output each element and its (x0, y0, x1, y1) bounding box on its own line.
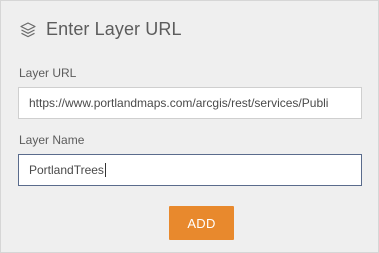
enter-layer-url-panel: Enter Layer URL Layer URL https://www.po… (0, 0, 379, 253)
panel-title: Enter Layer URL (46, 19, 182, 39)
layer-url-label: Layer URL (19, 66, 77, 80)
layer-url-input[interactable]: https://www.portlandmaps.com/arcgis/rest… (18, 87, 362, 119)
panel-header: Enter Layer URL (19, 19, 182, 40)
add-button[interactable]: ADD (169, 206, 234, 240)
layers-icon (20, 21, 36, 37)
text-caret (104, 163, 106, 177)
layer-name-label: Layer Name (19, 133, 85, 147)
layer-url-value: https://www.portlandmaps.com/arcgis/rest… (29, 96, 329, 110)
layer-name-input[interactable]: PortlandTrees (18, 154, 362, 186)
layer-name-value: PortlandTrees (29, 163, 104, 177)
